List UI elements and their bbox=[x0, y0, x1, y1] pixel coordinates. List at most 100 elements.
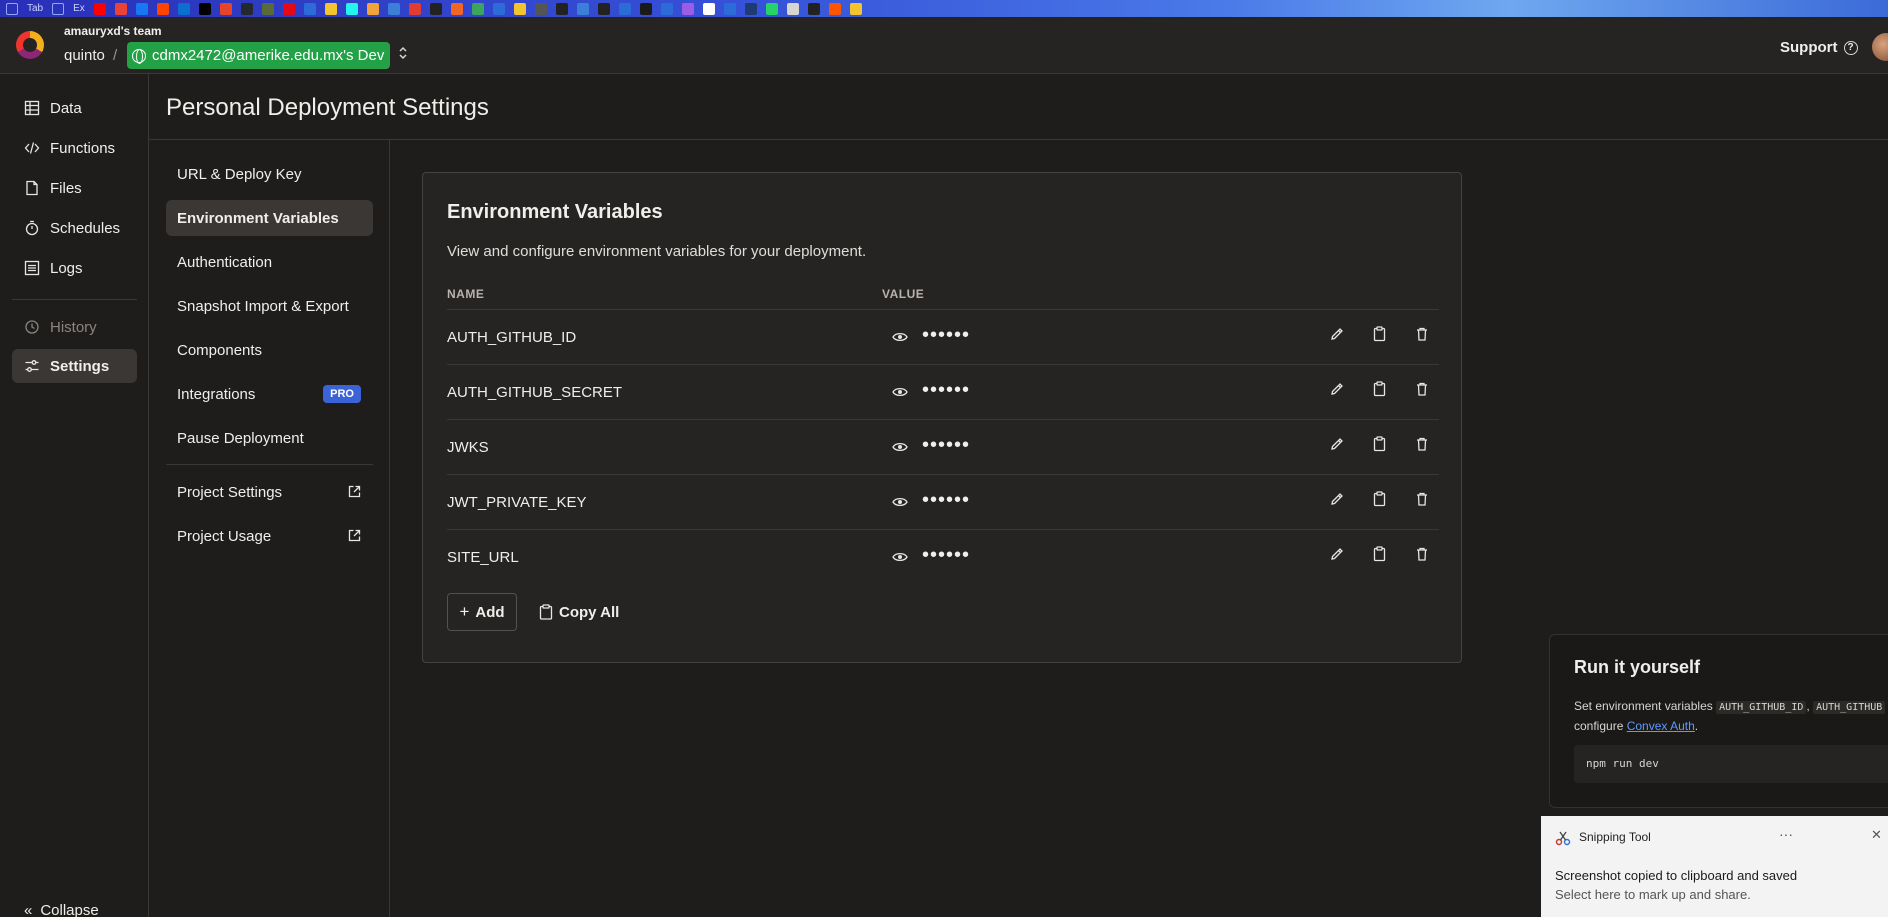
pencil-icon[interactable] bbox=[1329, 491, 1345, 507]
bookmark-icon[interactable] bbox=[6, 2, 18, 15]
bookmark-label[interactable]: Tab bbox=[27, 3, 43, 14]
bookmark-icon[interactable] bbox=[366, 2, 379, 15]
bookmark-icon[interactable] bbox=[471, 2, 484, 15]
pencil-icon[interactable] bbox=[1329, 326, 1345, 342]
trash-icon[interactable] bbox=[1414, 381, 1430, 397]
avatar[interactable] bbox=[1872, 33, 1888, 61]
clipboard-icon[interactable] bbox=[1372, 491, 1388, 507]
settings-nav-components[interactable]: Components bbox=[166, 332, 373, 368]
bookmark-label[interactable]: Ex bbox=[73, 3, 85, 14]
settings-nav-environment-variables[interactable]: Environment Variables bbox=[166, 200, 373, 236]
settings-nav-project-settings[interactable]: Project Settings bbox=[166, 474, 373, 510]
bookmark-icon[interactable] bbox=[135, 2, 148, 15]
settings-nav-url-deploy-key[interactable]: URL & Deploy Key bbox=[166, 156, 373, 192]
bookmark-icon[interactable] bbox=[828, 2, 841, 15]
add-variable-button[interactable]: + Add bbox=[447, 593, 517, 631]
eye-icon[interactable] bbox=[892, 551, 908, 563]
bookmark-icon[interactable] bbox=[723, 2, 736, 15]
bookmark-icon[interactable] bbox=[324, 2, 337, 15]
team-name[interactable]: amauryxd's team bbox=[64, 24, 162, 38]
bookmark-icon[interactable] bbox=[660, 2, 673, 15]
bookmark-icon[interactable] bbox=[114, 2, 127, 15]
bookmark-icon[interactable] bbox=[450, 2, 463, 15]
sidebar-item-settings[interactable]: Settings bbox=[12, 349, 137, 383]
bookmark-icon[interactable] bbox=[93, 2, 106, 15]
bookmark-icon[interactable] bbox=[513, 2, 526, 15]
clipboard-icon[interactable] bbox=[1372, 381, 1388, 397]
bookmark-icon[interactable] bbox=[534, 2, 547, 15]
settings-nav-snapshot[interactable]: Snapshot Import & Export bbox=[166, 288, 373, 324]
trash-icon[interactable] bbox=[1414, 491, 1430, 507]
eye-icon[interactable] bbox=[892, 441, 908, 453]
bookmark-icon[interactable] bbox=[492, 2, 505, 15]
convex-auth-link[interactable]: Convex Auth bbox=[1627, 719, 1695, 733]
copy-all-button[interactable]: Copy All bbox=[533, 593, 625, 631]
table-row: AUTH_GITHUB_SECRET •••••• bbox=[447, 364, 1439, 419]
sidebar-item-logs[interactable]: Logs bbox=[12, 251, 137, 285]
settings-nav-authentication[interactable]: Authentication bbox=[166, 244, 373, 280]
variable-name: JWT_PRIVATE_KEY bbox=[447, 494, 587, 511]
bookmark-icon[interactable] bbox=[198, 2, 211, 15]
bookmark-icon[interactable] bbox=[555, 2, 568, 15]
sidebar-item-files[interactable]: Files bbox=[12, 171, 137, 205]
card-description: View and configure environment variables… bbox=[447, 243, 867, 260]
bookmark-icon[interactable] bbox=[345, 2, 358, 15]
command-block[interactable]: npm run dev bbox=[1574, 745, 1888, 783]
close-icon[interactable]: ✕ bbox=[1871, 827, 1882, 843]
project-name[interactable]: quinto bbox=[64, 47, 105, 64]
bookmark-icon[interactable] bbox=[177, 2, 190, 15]
bookmark-icon[interactable] bbox=[576, 2, 589, 15]
bookmark-icon[interactable] bbox=[765, 2, 778, 15]
bookmark-icon[interactable] bbox=[387, 2, 400, 15]
bookmark-icon[interactable] bbox=[408, 2, 421, 15]
settings-nav-label: Environment Variables bbox=[177, 209, 339, 227]
bookmark-icon[interactable] bbox=[849, 2, 862, 15]
sidebar-item-functions[interactable]: Functions bbox=[12, 131, 137, 165]
settings-nav-pause-deployment[interactable]: Pause Deployment bbox=[166, 420, 373, 456]
bookmark-icon[interactable] bbox=[282, 2, 295, 15]
sidebar-item-schedules[interactable]: Schedules bbox=[12, 211, 137, 245]
chevron-up-down-icon[interactable] bbox=[398, 45, 408, 61]
pencil-icon[interactable] bbox=[1329, 381, 1345, 397]
bookmark-icon[interactable] bbox=[156, 2, 169, 15]
bookmark-icon[interactable] bbox=[303, 2, 316, 15]
bookmark-icon[interactable] bbox=[618, 2, 631, 15]
trash-icon[interactable] bbox=[1414, 546, 1430, 562]
deployment-selector[interactable]: cdmx2472@amerike.edu.mx's Dev bbox=[127, 42, 391, 69]
run-panel-title: Run it yourself bbox=[1574, 657, 1701, 677]
clipboard-icon[interactable] bbox=[1372, 546, 1388, 562]
sidebar-item-history[interactable]: History bbox=[12, 310, 137, 344]
eye-icon[interactable] bbox=[892, 496, 908, 508]
snipping-tool-notification[interactable]: Snipping Tool ··· ✕ Screenshot copied to… bbox=[1541, 816, 1888, 917]
bookmark-icon[interactable] bbox=[429, 2, 442, 15]
bookmark-icon[interactable] bbox=[219, 2, 232, 15]
bookmark-icon[interactable] bbox=[681, 2, 694, 15]
more-options-icon[interactable]: ··· bbox=[1779, 826, 1793, 842]
bookmark-icon[interactable] bbox=[639, 2, 652, 15]
bookmark-icon[interactable] bbox=[261, 2, 274, 15]
bookmark-icon[interactable] bbox=[52, 2, 65, 15]
pencil-icon[interactable] bbox=[1329, 546, 1345, 562]
settings-nav-integrations[interactable]: Integrations PRO bbox=[166, 376, 373, 412]
clipboard-icon[interactable] bbox=[1372, 326, 1388, 342]
eye-icon[interactable] bbox=[892, 386, 908, 398]
bookmark-icon[interactable] bbox=[744, 2, 757, 15]
support-button[interactable]: Support ? bbox=[1780, 39, 1858, 56]
support-label: Support bbox=[1780, 39, 1838, 56]
bookmark-icon[interactable] bbox=[807, 2, 820, 15]
bookmark-icon[interactable] bbox=[702, 2, 715, 15]
collapse-button[interactable]: « Collapse bbox=[24, 902, 99, 917]
pencil-icon[interactable] bbox=[1329, 436, 1345, 452]
settings-nav-project-usage[interactable]: Project Usage bbox=[166, 518, 373, 554]
bookmark-icon[interactable] bbox=[240, 2, 253, 15]
trash-icon[interactable] bbox=[1414, 436, 1430, 452]
convex-logo-icon[interactable] bbox=[16, 31, 44, 59]
clipboard-icon[interactable] bbox=[1372, 436, 1388, 452]
sidebar-item-data[interactable]: Data bbox=[12, 91, 137, 125]
run-text-line2: configure bbox=[1574, 719, 1624, 733]
bookmark-icon[interactable] bbox=[597, 2, 610, 15]
variable-name: JWKS bbox=[447, 439, 489, 456]
trash-icon[interactable] bbox=[1414, 326, 1430, 342]
bookmark-icon[interactable] bbox=[786, 2, 799, 15]
eye-icon[interactable] bbox=[892, 331, 908, 343]
